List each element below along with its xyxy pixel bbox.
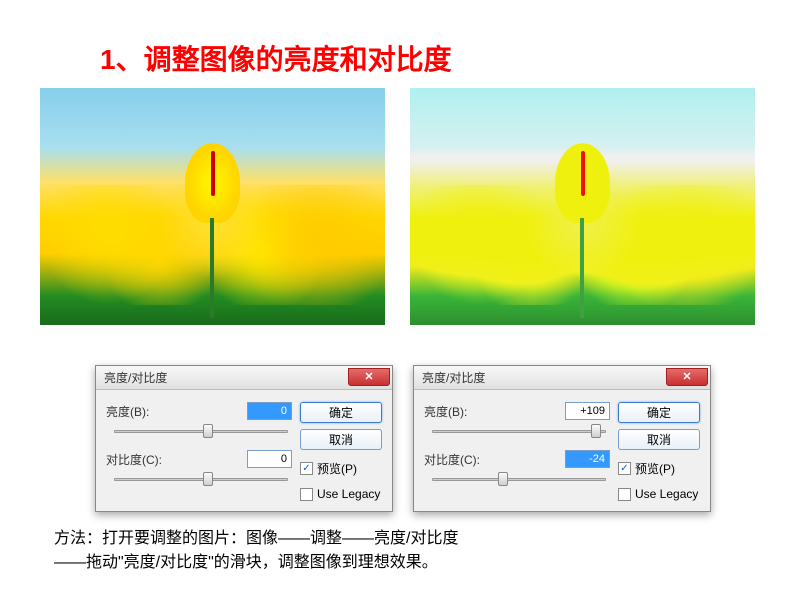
dialog-titlebar: 亮度/对比度 ✕ <box>414 366 710 390</box>
dialog-titlebar: 亮度/对比度 ✕ <box>96 366 392 390</box>
brightness-slider[interactable] <box>106 422 300 440</box>
brightness-input[interactable] <box>247 402 292 420</box>
preview-label: 预览(P) <box>635 460 675 477</box>
legacy-checkbox[interactable] <box>300 488 313 501</box>
cancel-button[interactable]: 取消 <box>618 429 700 450</box>
contrast-input[interactable] <box>247 450 292 468</box>
method-description: 方法：打开要调整的图片：图像——调整——亮度/对比度 ——拖动"亮度/对比度"的… <box>54 527 458 575</box>
dialogs-row: 亮度/对比度 ✕ 亮度(B): 对比度(C): <box>95 365 711 512</box>
brightness-contrast-dialog-right: 亮度/对比度 ✕ 亮度(B): 对比度(C): <box>413 365 711 512</box>
tulip-image-original <box>40 88 385 325</box>
preview-label: 预览(P) <box>317 460 357 477</box>
contrast-input[interactable] <box>565 450 610 468</box>
close-button[interactable]: ✕ <box>348 368 390 386</box>
legacy-label: Use Legacy <box>317 487 380 501</box>
legacy-checkbox[interactable] <box>618 488 631 501</box>
legacy-label: Use Legacy <box>635 487 698 501</box>
brightness-slider[interactable] <box>424 422 618 440</box>
brightness-slider-thumb[interactable] <box>203 424 213 438</box>
close-button[interactable]: ✕ <box>666 368 708 386</box>
preview-checkbox[interactable]: ✓ <box>618 462 631 475</box>
ok-button[interactable]: 确定 <box>300 402 382 423</box>
brightness-input[interactable] <box>565 402 610 420</box>
method-line-2: ——拖动"亮度/对比度"的滑块，调整图像到理想效果。 <box>54 551 458 575</box>
brightness-label: 亮度(B): <box>106 403 176 420</box>
images-row <box>40 88 755 325</box>
tulip-image-adjusted <box>410 88 755 325</box>
brightness-slider-thumb[interactable] <box>591 424 601 438</box>
contrast-slider-thumb[interactable] <box>203 472 213 486</box>
page-title: 1、调整图像的亮度和对比度 <box>100 38 452 78</box>
method-line-1: 方法：打开要调整的图片：图像——调整——亮度/对比度 <box>54 527 458 551</box>
preview-checkbox[interactable]: ✓ <box>300 462 313 475</box>
brightness-contrast-dialog-left: 亮度/对比度 ✕ 亮度(B): 对比度(C): <box>95 365 393 512</box>
ok-button[interactable]: 确定 <box>618 402 700 423</box>
cancel-button[interactable]: 取消 <box>300 429 382 450</box>
dialog-title: 亮度/对比度 <box>104 369 167 386</box>
contrast-slider[interactable] <box>424 470 618 488</box>
contrast-slider-thumb[interactable] <box>498 472 508 486</box>
dialog-title: 亮度/对比度 <box>422 369 485 386</box>
brightness-label: 亮度(B): <box>424 403 494 420</box>
contrast-label: 对比度(C): <box>424 451 494 468</box>
contrast-slider[interactable] <box>106 470 300 488</box>
contrast-label: 对比度(C): <box>106 451 176 468</box>
